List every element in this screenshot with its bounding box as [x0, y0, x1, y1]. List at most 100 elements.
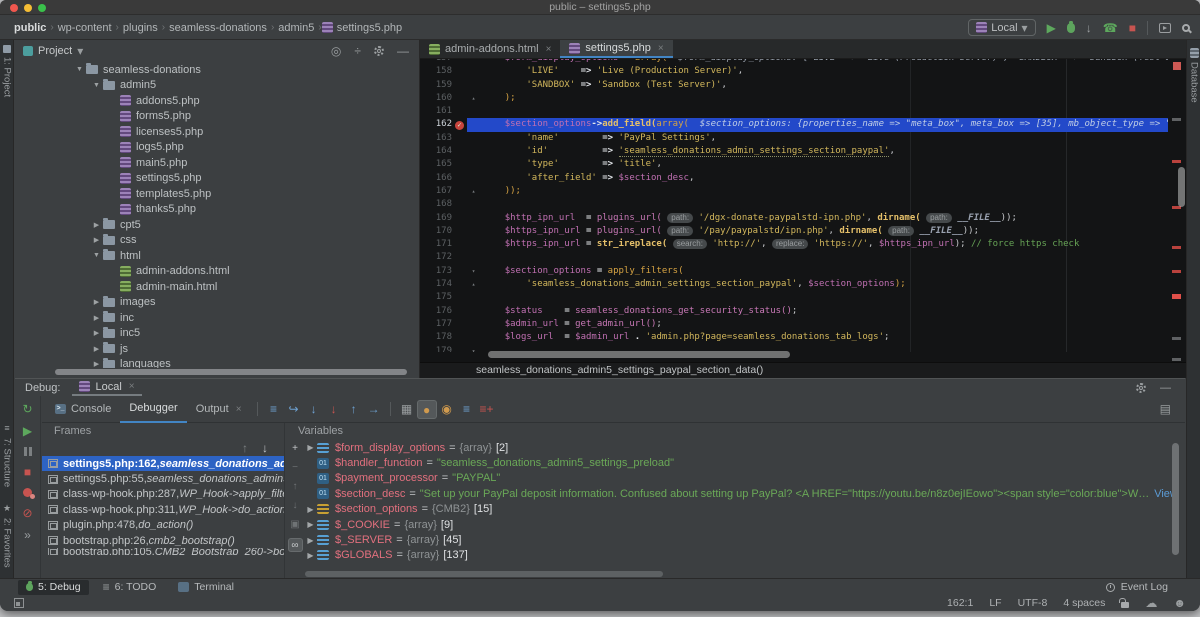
variable-row[interactable]: ▶$form_display_options={array}[2]	[304, 440, 1185, 455]
tree-item-admin5[interactable]: ▼admin5	[15, 78, 419, 94]
expand-chevron-icon[interactable]: ▶	[304, 536, 317, 545]
tree-item-inc[interactable]: ▶inc	[15, 310, 419, 326]
stripe-mark[interactable]	[1172, 294, 1181, 299]
step-over-icon[interactable]: ↪	[284, 400, 304, 418]
coverage-icon[interactable]: ↓	[1086, 22, 1092, 34]
chevron-right-icon[interactable]: ▶	[90, 329, 103, 337]
frame-row[interactable]: bootstrap.php:105, CMB2_Bootstrap_260->b…	[42, 548, 284, 555]
more-options-icon[interactable]: »	[24, 529, 31, 541]
settings-gear-icon[interactable]	[1136, 383, 1146, 393]
line-number[interactable]: 172	[420, 251, 452, 264]
debug-tab-console[interactable]: >_Console	[46, 396, 120, 423]
editor-tab-admin-addons.html[interactable]: admin-addons.html×	[420, 40, 560, 58]
expand-chevron-icon[interactable]: ▶	[304, 443, 317, 452]
line-number[interactable]: 165	[420, 158, 452, 171]
variable-row[interactable]: 01$handler_function="seamless_donations_…	[304, 455, 1185, 470]
line-number[interactable]: 160	[420, 92, 452, 105]
close-icon[interactable]: ×	[129, 381, 135, 392]
fold-icon[interactable]: ▾	[467, 345, 480, 352]
hide-panel-icon[interactable]: —	[397, 45, 409, 57]
view-breakpoints-icon[interactable]	[23, 488, 32, 497]
line-number[interactable]: 161	[420, 105, 452, 118]
expand-chevron-icon[interactable]: ▶	[304, 505, 317, 514]
watch-values-icon[interactable]: ●	[417, 400, 437, 419]
variables-horizontal-scrollbar[interactable]	[305, 571, 663, 577]
chevron-down-icon[interactable]: ▼	[73, 66, 86, 73]
variable-row[interactable]: ▶$_COOKIE={array}[9]	[304, 517, 1185, 532]
run-icon[interactable]: ▶	[1047, 22, 1056, 34]
variables-vertical-scrollbar[interactable]	[1172, 443, 1179, 555]
rerun-icon[interactable]: ↻	[22, 403, 32, 415]
fold-icon[interactable]: ▴	[467, 92, 480, 105]
line-number[interactable]: 169	[420, 212, 452, 225]
tree-item-images[interactable]: ▶images	[15, 295, 419, 311]
chevron-right-icon[interactable]: ▶	[90, 360, 103, 368]
stripe-mark[interactable]	[1172, 246, 1181, 249]
line-number[interactable]: 162	[420, 118, 452, 131]
chevron-right-icon[interactable]: ▶	[90, 221, 103, 229]
chevron-down-icon[interactable]: ▾	[77, 45, 83, 57]
tree-item-settings5.php[interactable]: settings5.php	[15, 171, 419, 187]
code-area[interactable]: 157 $form_display_options = array( $form…	[420, 59, 1168, 352]
tree-item-forms5.php[interactable]: forms5.php	[15, 109, 419, 125]
search-everywhere-icon[interactable]	[1182, 24, 1190, 32]
layout-settings-icon[interactable]: ▤	[1160, 403, 1185, 415]
running-list-icon[interactable]	[1159, 23, 1171, 33]
variable-row[interactable]: ▶$section_options={CMB2}[15]	[304, 502, 1185, 517]
tree-item-seamless-donations[interactable]: ▼seamless-donations	[15, 62, 419, 78]
fold-icon[interactable]: ▴	[467, 185, 480, 198]
event-log-button[interactable]: Event Log	[1106, 581, 1200, 593]
line-number[interactable]: 164	[420, 145, 452, 158]
phone-listen-icon[interactable]: ☎	[1103, 22, 1118, 34]
close-icon[interactable]: ×	[236, 404, 242, 415]
tool-window-button-project[interactable]: 1: Project	[0, 45, 14, 97]
line-number[interactable]: 174	[420, 278, 452, 291]
mute-breakpoints-icon[interactable]: ⊘	[22, 507, 32, 519]
chevron-right-icon[interactable]: ▶	[90, 236, 103, 244]
breadcrumb-item[interactable]: settings5.php	[337, 22, 402, 34]
show-values-inline-icon[interactable]: ◉	[437, 400, 457, 418]
tool-window-button-debug[interactable]: 5: Debug	[18, 580, 89, 595]
chevron-down-icon[interactable]: ▼	[90, 252, 103, 259]
editor-horizontal-scrollbar[interactable]	[488, 351, 790, 358]
line-number[interactable]: 173	[420, 265, 452, 278]
variable-row[interactable]: 01$section_desc="Set up your PayPal depo…	[304, 486, 1185, 501]
frame-row[interactable]: plugin.php:478, do_action()	[42, 518, 284, 533]
variable-row[interactable]: ▶$_SERVER={array}[45]	[304, 532, 1185, 547]
tool-window-button-structure[interactable]: ≡ 7: Structure	[0, 422, 14, 487]
close-icon[interactable]: ×	[658, 43, 664, 54]
project-horizontal-scrollbar[interactable]	[55, 369, 407, 375]
stripe-mark[interactable]	[1172, 160, 1181, 163]
frame-row[interactable]: bootstrap.php:26, cmb2_bootstrap()	[42, 533, 284, 548]
copy-icon[interactable]: ▣	[290, 519, 299, 530]
line-number[interactable]: 170	[420, 225, 452, 238]
tree-item-js[interactable]: ▶js	[15, 341, 419, 357]
tool-window-button-terminal[interactable]: Terminal	[170, 580, 242, 595]
tool-window-button-todo[interactable]: ≡ 6: TODO	[95, 580, 165, 595]
stop-icon[interactable]: ■	[1129, 22, 1136, 34]
tree-item-logs5.php[interactable]: logs5.php	[15, 140, 419, 156]
variable-row[interactable]: 01$payment_processor="PAYPAL"	[304, 471, 1185, 486]
line-number[interactable]: 167	[420, 185, 452, 198]
line-number[interactable]: 168	[420, 198, 452, 211]
cloud-icon[interactable]: ☁	[1145, 597, 1157, 609]
tree-item-admin-main.html[interactable]: admin-main.html	[15, 279, 419, 295]
move-down-icon[interactable]: ↓	[293, 500, 298, 511]
editor-vertical-scrollbar[interactable]	[1178, 167, 1185, 207]
fold-icon[interactable]: ▴	[467, 278, 480, 291]
add-watch-icon[interactable]: +	[292, 443, 298, 454]
tree-item-thanks5.php[interactable]: thanks5.php	[15, 202, 419, 218]
line-separator-widget[interactable]: LF	[989, 597, 1001, 609]
breadcrumb-item[interactable]: seamless-donations	[169, 22, 267, 34]
previous-frame-icon[interactable]: ↑	[242, 442, 248, 454]
force-step-into-icon[interactable]: ↓	[324, 400, 344, 418]
run-config-selector[interactable]: Local ▾	[968, 19, 1035, 36]
tool-window-switcher-icon[interactable]	[14, 598, 24, 608]
breakpoint-icon[interactable]: ✓	[452, 118, 467, 131]
chevron-down-icon[interactable]: ▼	[90, 82, 103, 89]
debug-session-tab[interactable]: Local ×	[72, 379, 141, 396]
tree-item-languages[interactable]: ▶languages	[15, 357, 419, 369]
fold-icon[interactable]: ▾	[467, 265, 480, 278]
theme-face-icon[interactable]: ☻	[1173, 597, 1186, 609]
line-number[interactable]: 177	[420, 318, 452, 331]
